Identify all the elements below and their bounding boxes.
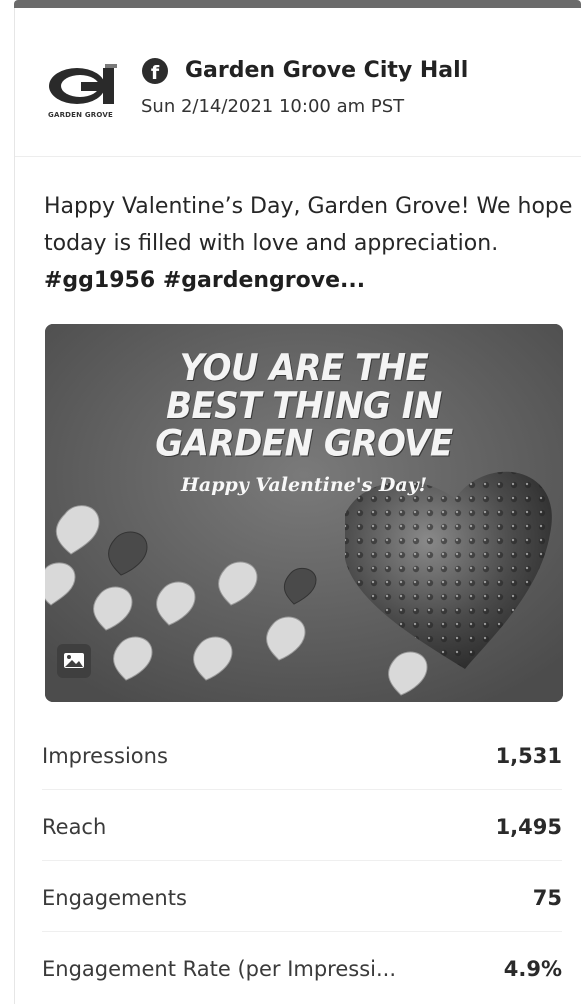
metric-row-reach: Reach 1,495 bbox=[42, 791, 562, 861]
metric-value: 1,495 bbox=[495, 815, 562, 839]
post-image[interactable]: YOU ARE THE BEST THING IN GARDEN GROVE H… bbox=[45, 324, 563, 702]
page-name[interactable]: Garden Grove City Hall bbox=[185, 58, 468, 83]
metric-value: 1,531 bbox=[495, 744, 562, 768]
post-header: GARDEN GROVE f Garden Grove City Hall Su… bbox=[15, 8, 581, 157]
image-icon[interactable] bbox=[57, 644, 91, 678]
metric-label: Reach bbox=[42, 815, 107, 839]
post-timestamp[interactable]: Sun 2/14/2021 10:00 am PST bbox=[141, 96, 404, 117]
garden-grove-logo bbox=[49, 64, 117, 104]
post-hashtags[interactable]: #gg1956 #gardengrove... bbox=[44, 268, 365, 293]
metric-value: 4.9% bbox=[503, 957, 562, 981]
logo-text: GARDEN GROVE bbox=[48, 111, 113, 119]
metric-label: Impressions bbox=[42, 744, 168, 768]
metric-row-impressions: Impressions 1,531 bbox=[42, 720, 562, 790]
facebook-icon: f bbox=[142, 58, 168, 84]
metric-value: 75 bbox=[532, 886, 562, 910]
post-text: Happy Valentine’s Day, Garden Grove! We … bbox=[44, 188, 574, 299]
image-headline: YOU ARE THE BEST THING IN GARDEN GROVE bbox=[45, 346, 563, 466]
metric-row-engagement-rate: Engagement Rate (per Impressi... 4.9% bbox=[42, 933, 562, 1003]
metric-label: Engagement Rate (per Impressi... bbox=[42, 957, 397, 981]
image-headline-line3: GARDEN GROVE bbox=[155, 422, 453, 466]
image-headline-line1: YOU ARE THE bbox=[179, 346, 429, 390]
metric-label: Engagements bbox=[42, 886, 187, 910]
image-headline-line2: BEST THING IN bbox=[166, 384, 442, 428]
post-text-body: Happy Valentine’s Day, Garden Grove! We … bbox=[44, 194, 573, 256]
image-subline: Happy Valentine's Day! bbox=[180, 474, 428, 496]
metric-row-engagements: Engagements 75 bbox=[42, 862, 562, 932]
post-card[interactable]: GARDEN GROVE f Garden Grove City Hall Su… bbox=[14, 8, 581, 1004]
